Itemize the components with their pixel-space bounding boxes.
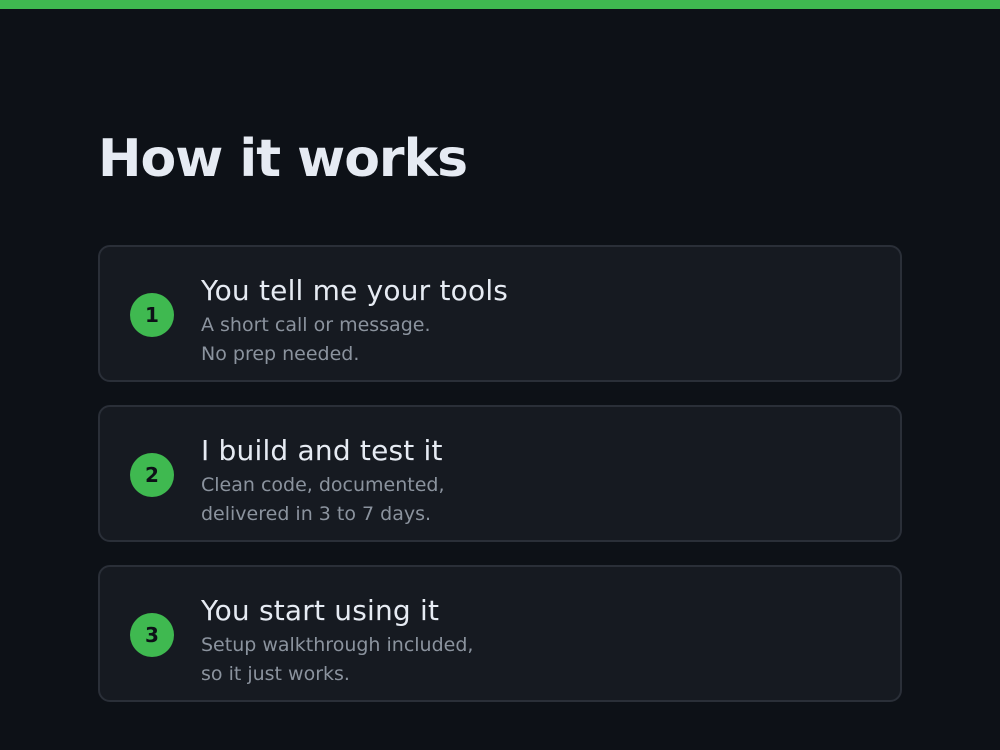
top-accent-bar (0, 0, 1000, 9)
step-number-badge: 2 (130, 453, 174, 497)
step-description-line: delivered in 3 to 7 days. (201, 503, 432, 525)
step-title: I build and test it (201, 434, 443, 467)
step-description-line: A short call or message. (201, 314, 431, 336)
step-description: Clean code, documented, delivered in 3 t… (201, 471, 445, 529)
step-description-line: Setup walkthrough included, (201, 634, 474, 656)
step-card-2: 2 I build and test it Clean code, docume… (98, 405, 902, 542)
step-text: You start using it Setup walkthrough inc… (201, 593, 473, 689)
step-number-badge: 1 (130, 293, 174, 337)
step-description: Setup walkthrough included, so it just w… (201, 631, 473, 689)
steps-list: 1 You tell me your tools A short call or… (98, 245, 902, 725)
step-card-3: 3 You start using it Setup walkthrough i… (98, 565, 902, 702)
step-text: I build and test it Clean code, document… (201, 433, 445, 529)
step-card-1: 1 You tell me your tools A short call or… (98, 245, 902, 382)
step-title: You tell me your tools (201, 274, 509, 307)
step-number-badge: 3 (130, 613, 174, 657)
step-description-line: so it just works. (201, 663, 350, 685)
step-title: You start using it (201, 594, 440, 627)
step-description: A short call or message. No prep needed. (201, 311, 508, 369)
step-description-line: Clean code, documented, (201, 474, 445, 496)
step-description-line: No prep needed. (201, 343, 360, 365)
step-text: You tell me your tools A short call or m… (201, 273, 508, 369)
section-title: How it works (98, 129, 468, 189)
